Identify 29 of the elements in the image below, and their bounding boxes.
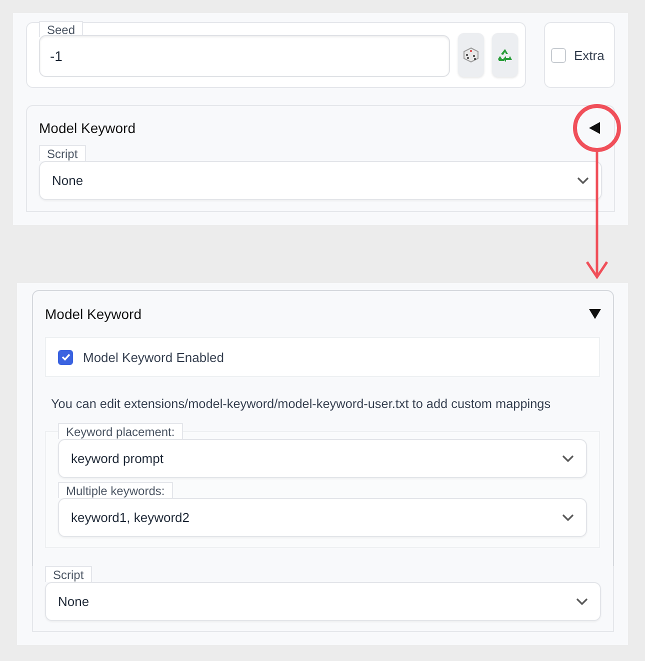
checkbox-label: Model Keyword Enabled — [83, 350, 224, 364]
chevron-down-icon — [562, 514, 574, 522]
dice-icon — [463, 47, 479, 63]
field-label: Multiple keywords: — [58, 482, 173, 498]
chevron-down-icon — [577, 176, 589, 184]
accordion-header[interactable]: Model Keyword — [45, 291, 600, 337]
field-label: Keyword placement: — [58, 423, 183, 439]
info-text: You can edit extensions/model-keyword/model-keyword-user.txt to add custom mappings — [51, 397, 552, 411]
accordion-title: Model Keyword — [45, 306, 142, 322]
seed-field[interactable]: -1 — [39, 35, 450, 77]
dropdown[interactable]: keyword1, keyword2 — [58, 498, 587, 537]
down-triangle-icon — [589, 308, 601, 320]
field-label: Script — [45, 566, 92, 582]
chevron-down-icon — [562, 454, 574, 462]
reuse-seed-button[interactable] — [492, 33, 518, 77]
field-label: Script — [39, 145, 86, 161]
random-seed-button[interactable] — [458, 33, 484, 77]
recycle-icon — [497, 47, 513, 63]
script-dropdown[interactable]: None — [45, 582, 601, 621]
enabled-checkbox[interactable] — [58, 350, 73, 364]
extra-checkbox[interactable] — [551, 48, 566, 62]
script-dropdown[interactable]: None — [39, 161, 602, 200]
checkbox-label: Extra — [574, 48, 604, 62]
left-triangle-icon — [589, 122, 600, 134]
chevron-down-icon — [576, 598, 588, 606]
highlight-circle — [573, 104, 621, 152]
accordion-title: Model Keyword — [39, 120, 136, 136]
dropdown[interactable]: keyword prompt — [58, 439, 587, 478]
check-icon — [60, 351, 72, 363]
